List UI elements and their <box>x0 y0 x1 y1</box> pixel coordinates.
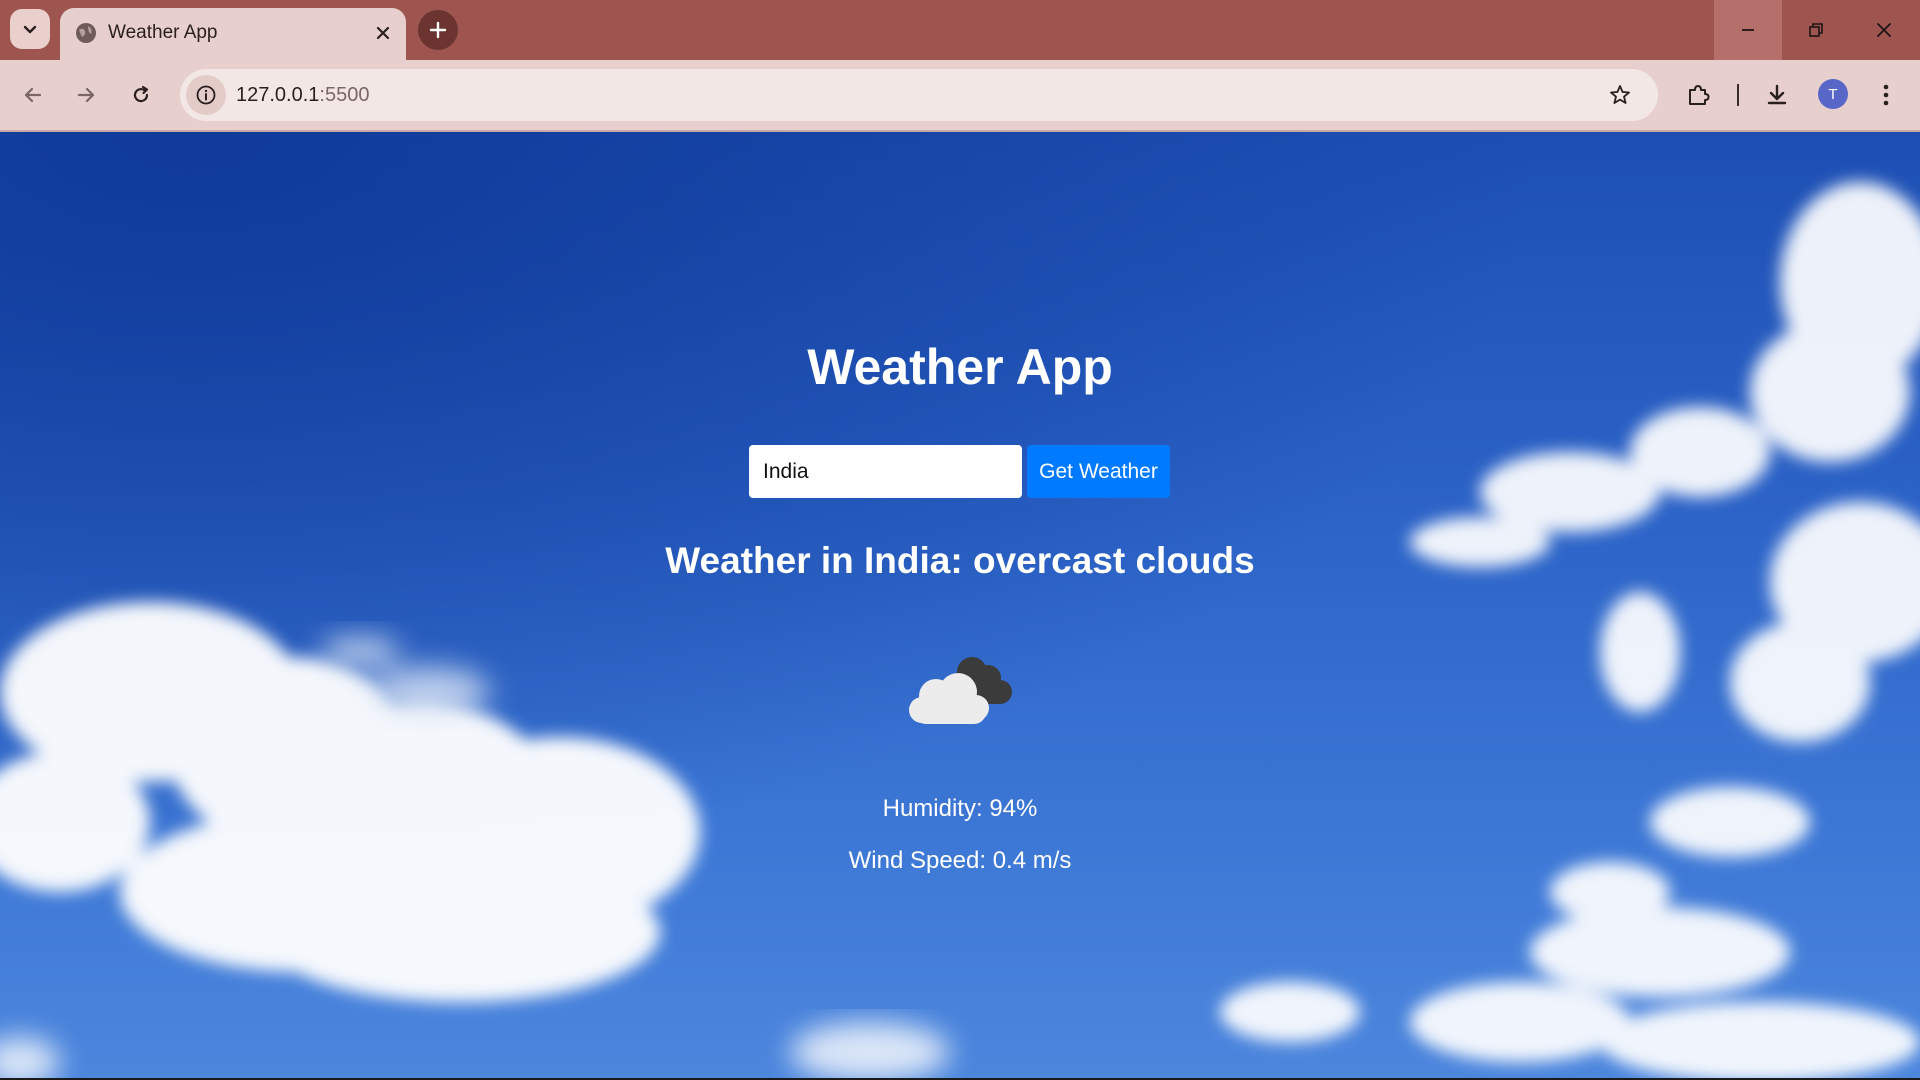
close-icon <box>1877 23 1891 37</box>
browser-menu-button[interactable] <box>1865 74 1907 116</box>
close-icon <box>376 26 390 40</box>
browser-toolbar: 127.0.0.1:5500 <box>0 60 1920 132</box>
reload-icon <box>133 85 149 103</box>
profile-avatar[interactable]: T <box>1818 79 1848 109</box>
restore-icon <box>1809 23 1823 37</box>
toolbar-separator <box>1737 84 1739 106</box>
minimize-icon <box>1742 29 1754 31</box>
info-icon <box>196 85 216 105</box>
wind-speed-text: Wind Speed: 0.4 m/s <box>848 847 1072 874</box>
tab-title: Weather App <box>108 22 218 43</box>
restore-button[interactable] <box>1782 0 1850 60</box>
browser-window: Weather App 127.0.0.1:5500 T Weather App… <box>0 0 1920 1080</box>
app-title: Weather App <box>807 339 1113 395</box>
new-tab-button[interactable] <box>418 10 458 50</box>
humidity-text: Humidity: 94% <box>882 795 1038 822</box>
tab-close-button[interactable] <box>370 20 396 46</box>
site-info-button[interactable] <box>186 75 226 115</box>
extensions-button[interactable] <box>1677 74 1719 116</box>
back-button[interactable] <box>12 74 54 116</box>
tab-strip: Weather App <box>0 0 1920 60</box>
chevron-down-icon <box>23 25 37 34</box>
download-icon <box>1767 84 1787 105</box>
weather-description: Weather in India: overcast clouds <box>665 540 1255 581</box>
forward-button[interactable] <box>65 74 107 116</box>
globe-icon <box>76 23 96 43</box>
arrow-right-icon <box>77 87 95 103</box>
get-weather-button[interactable]: Get Weather <box>1027 445 1170 498</box>
window-close-button[interactable] <box>1850 0 1918 60</box>
url-host: 127.0.0.1 <box>236 84 320 106</box>
overcast-clouds-icon <box>909 657 1012 724</box>
star-icon <box>1610 85 1630 104</box>
minimize-button[interactable] <box>1714 0 1782 60</box>
puzzle-icon <box>1689 85 1710 105</box>
address-bar[interactable]: 127.0.0.1:5500 <box>180 69 1658 121</box>
url-port: :5500 <box>319 84 370 106</box>
plus-icon <box>429 21 447 39</box>
bookmark-button[interactable] <box>1600 75 1640 115</box>
search-form: Get Weather <box>749 445 1171 498</box>
downloads-button[interactable] <box>1756 74 1798 116</box>
arrow-left-icon <box>24 87 42 103</box>
page-viewport: Weather App Get Weather Weather in India… <box>0 132 1920 1080</box>
sky-background-image <box>0 182 1920 1080</box>
tab-weather-app[interactable]: Weather App <box>60 8 406 60</box>
reload-button[interactable] <box>120 74 162 116</box>
tab-search-button[interactable] <box>10 9 50 49</box>
url-text[interactable]: 127.0.0.1:5500 <box>236 84 369 107</box>
kebab-menu-icon <box>1883 84 1889 106</box>
city-input[interactable] <box>749 445 1022 498</box>
